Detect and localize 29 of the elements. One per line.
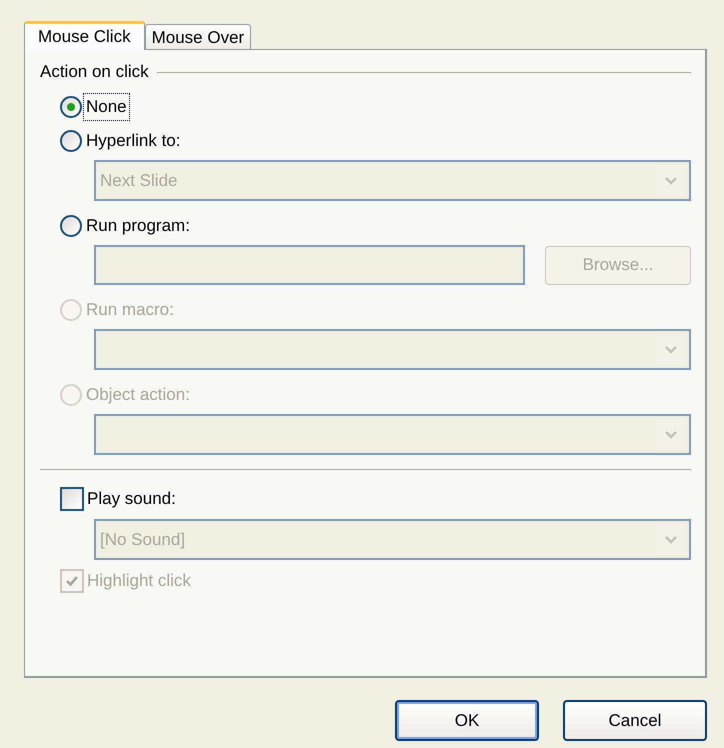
dropdown-field[interactable] xyxy=(94,329,691,370)
dropdown-field[interactable] xyxy=(94,414,691,455)
group-title: Action on click xyxy=(40,61,149,84)
dropdown-arrow-button[interactable] xyxy=(656,165,686,196)
chevron-down-icon xyxy=(664,534,678,544)
radio-label: Run program: xyxy=(85,215,191,238)
chevron-down-icon xyxy=(664,430,678,440)
check-icon xyxy=(65,575,79,587)
checkbox-label: Play sound: xyxy=(87,488,176,510)
dialog-button[interactable]: Cancel xyxy=(563,700,707,741)
checkbox-label: Highlight click xyxy=(87,570,191,592)
dialog-button[interactable]: OK xyxy=(395,700,539,741)
radio-button[interactable] xyxy=(60,130,82,152)
dropdown-value: Next Slide xyxy=(100,170,178,192)
dropdown-value: [No Sound] xyxy=(100,528,186,551)
radio-label: Run macro: xyxy=(85,299,175,322)
checkbox[interactable] xyxy=(60,487,84,511)
chevron-down-icon xyxy=(664,344,678,354)
tab[interactable]: Mouse Over xyxy=(144,24,252,49)
dropdown-arrow-button[interactable] xyxy=(656,419,686,450)
radio-label: Object action: xyxy=(85,384,191,406)
radio-button[interactable] xyxy=(60,96,82,118)
radio-label: Hyperlink to: xyxy=(85,130,182,152)
tab[interactable]: Mouse Click xyxy=(24,21,145,50)
dropdown-arrow-button[interactable] xyxy=(656,334,686,365)
chevron-down-icon xyxy=(664,176,678,186)
dropdown-arrow-button[interactable] xyxy=(656,524,686,555)
radio-label: None xyxy=(84,94,129,120)
radio-button[interactable] xyxy=(60,215,82,237)
